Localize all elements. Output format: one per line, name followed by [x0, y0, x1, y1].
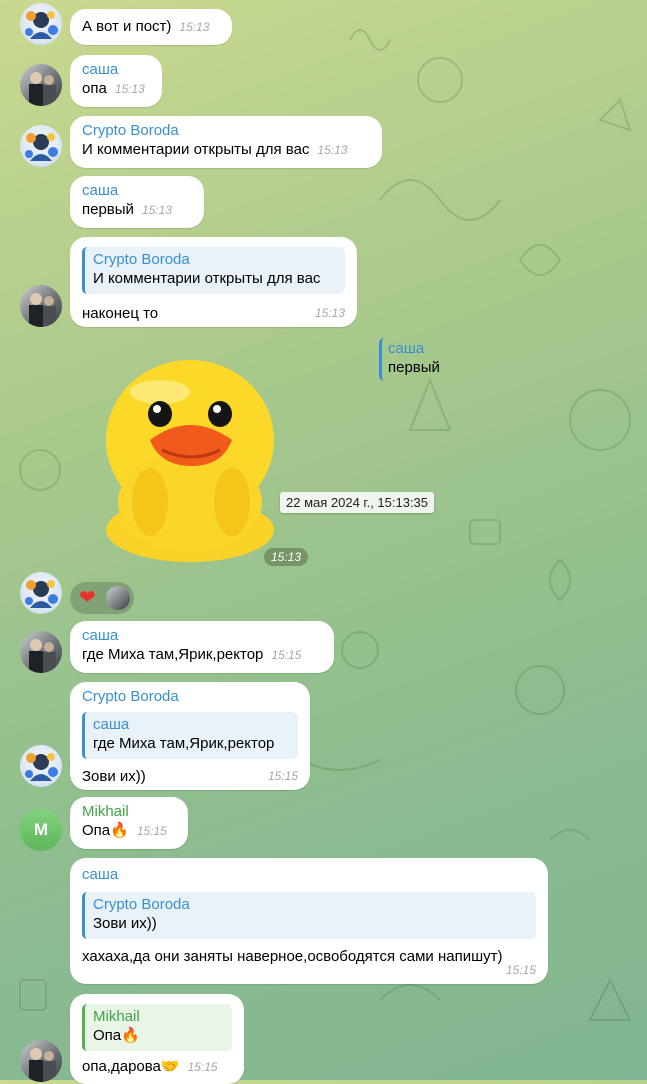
message-bubble[interactable]: Crypto Boroda И комментарии открыты для … [70, 237, 357, 327]
reply-quote[interactable]: Crypto Boroda И комментарии открыты для … [82, 247, 345, 294]
message-time: 15:13 [314, 306, 345, 320]
sticker-time-badge: 15:13 [264, 548, 309, 566]
reply-quote[interactable]: Crypto Boroda Зови их)) [82, 892, 536, 939]
message-time: 15:13 [179, 20, 210, 34]
sender-name[interactable]: саша [82, 627, 322, 645]
avatar-sasha[interactable] [20, 631, 62, 673]
avatar-crypto-boroda[interactable] [20, 745, 62, 787]
heart-icon[interactable]: ❤ [79, 585, 96, 610]
message-time: 15:15 [267, 769, 298, 783]
avatar-sasha[interactable] [20, 64, 62, 106]
message-text: Опа🔥 [82, 822, 129, 839]
message-bubble[interactable]: Mikhail Опа🔥 15:15 [70, 797, 188, 849]
sender-name[interactable]: саша [82, 866, 536, 884]
message-text: опа,дарова🤝 [82, 1058, 180, 1075]
crypto-boroda-avatar-icon [25, 133, 58, 161]
message-time: 15:15 [136, 824, 167, 838]
message-bubble[interactable]: саша где Миха там,Ярик,ректор 15:15 [70, 621, 334, 673]
message-bubble[interactable]: саша первый 15:13 [70, 176, 204, 228]
message-bubble[interactable]: саша опа 15:13 [70, 55, 162, 107]
quote-text: Зови их)) [93, 915, 157, 932]
message-text: А вот и пост) [82, 18, 172, 35]
quote-text: где Миха там,Ярик,ректор [93, 735, 275, 752]
quote-text: Опа🔥 [93, 1027, 140, 1044]
reply-quote[interactable]: Mikhail Опа🔥 [82, 1004, 232, 1051]
sender-name[interactable]: Crypto Boroda [82, 122, 370, 140]
sender-name[interactable]: саша [82, 182, 192, 200]
message-time: 15:13 [114, 82, 145, 96]
message-text: наконец то [82, 305, 159, 322]
crypto-boroda-avatar-icon [25, 11, 58, 39]
message-time: 15:15 [505, 963, 536, 977]
message-text: где Миха там,Ярик,ректор [82, 646, 264, 663]
message-text: И комментарии открыты для вас [82, 141, 310, 158]
quote-sender: Crypto Boroda [93, 896, 190, 913]
message-text: первый [82, 201, 134, 218]
message-time: 15:15 [187, 1060, 218, 1074]
avatar-sasha[interactable] [20, 1040, 62, 1082]
crypto-boroda-avatar-icon [25, 580, 58, 608]
avatar-crypto-boroda[interactable] [20, 3, 62, 45]
crypto-boroda-avatar-icon [25, 753, 58, 781]
quote-text: И комментарии открыты для вас [93, 270, 321, 287]
sasha-avatar-icon [29, 1048, 56, 1082]
avatar-crypto-boroda[interactable] [20, 125, 62, 167]
quote-sender: саша [388, 340, 425, 357]
sender-name[interactable]: Mikhail [82, 803, 176, 821]
message-text: опа [82, 80, 107, 97]
message-bubble[interactable]: Crypto Boroda саша где Миха там,Ярик,рек… [70, 682, 310, 790]
avatar-crypto-boroda[interactable] [20, 572, 62, 614]
quote-sender: Mikhail [93, 1008, 140, 1025]
sasha-avatar-icon [29, 639, 56, 673]
date-tooltip: 22 мая 2024 г., 15:13:35 [280, 492, 435, 513]
quote-sender: саша [93, 716, 130, 733]
reply-quote[interactable]: саша первый [379, 338, 468, 381]
reply-quote[interactable]: саша где Миха там,Ярик,ректор [82, 712, 298, 759]
sasha-avatar-icon [29, 72, 56, 106]
quote-text: первый [388, 359, 440, 376]
message-bubble[interactable]: саша Crypto Boroda Зови их)) хахаха,да о… [70, 858, 548, 984]
message-bubble[interactable]: Mikhail Опа🔥 опа,дарова🤝 15:15 [70, 994, 244, 1084]
message-text: хахаха,да они заняты наверное,освободятс… [82, 948, 503, 965]
message-time: 15:13 [317, 143, 348, 157]
avatar-sasha[interactable] [20, 285, 62, 327]
message-bubble[interactable]: Crypto Boroda И комментарии открыты для … [70, 116, 382, 168]
sender-name[interactable]: саша [82, 61, 150, 79]
duck-sticker[interactable] [100, 352, 280, 564]
quote-sender: Crypto Boroda [93, 251, 190, 268]
message-time: 15:13 [141, 203, 172, 217]
message-time: 15:15 [271, 648, 302, 662]
reactor-avatar [106, 586, 130, 610]
message-text: Зови их)) [82, 768, 146, 785]
avatar-mikhail[interactable]: M [20, 809, 62, 851]
reaction-bar[interactable]: ❤ [70, 582, 134, 614]
sender-name[interactable]: Crypto Boroda [82, 688, 298, 706]
sasha-avatar-icon [29, 293, 56, 327]
message-bubble[interactable]: А вот и пост) 15:13 [70, 9, 232, 45]
